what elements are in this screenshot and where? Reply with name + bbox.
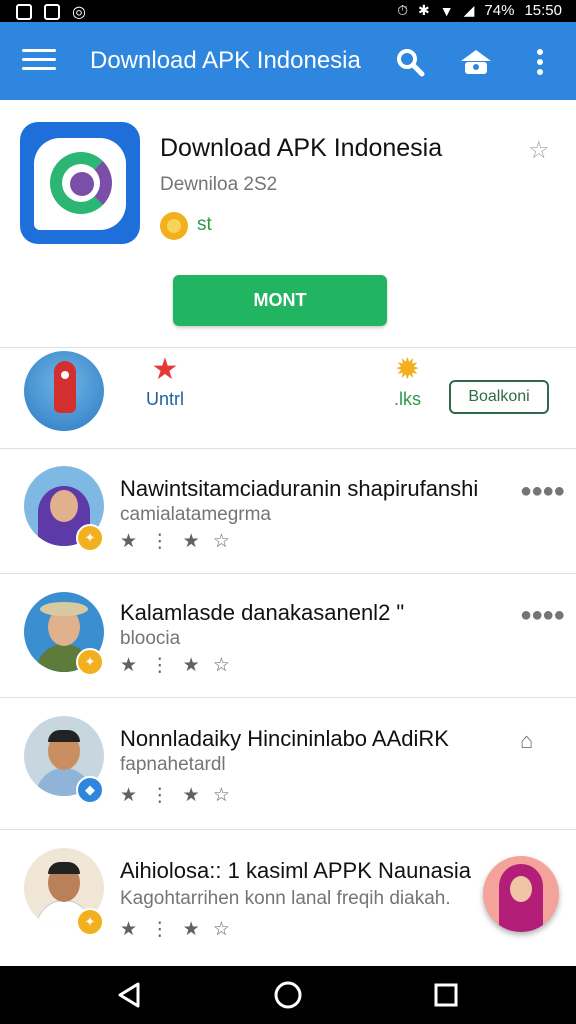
sun-icon: ✹	[394, 353, 421, 386]
rating-stars: ★ ⋮ ★ ☆	[120, 531, 234, 552]
more-options-icon[interactable]: ●●●●	[520, 604, 565, 627]
item-subtitle: fapnahetardl	[120, 754, 226, 775]
verified-badge-icon: ✦	[76, 648, 104, 676]
shortcut-row: ★ Untrl ✹ .lks Boalkoni	[0, 349, 576, 449]
bluetooth-icon: ✱	[418, 2, 430, 18]
app-logo-icon	[20, 122, 140, 244]
shortcut-label: .lks	[394, 389, 421, 409]
shortcut-label: Untrl	[146, 389, 185, 409]
rating-stars: ★ ⋮ ★ ☆	[120, 655, 234, 676]
battery-level: 74%	[484, 2, 515, 19]
search-icon[interactable]	[392, 44, 428, 80]
list-item[interactable]: ✦ Nawintsitamciaduranin shapirufanshi ca…	[0, 450, 576, 574]
navigation-bar	[0, 966, 576, 1024]
item-subtitle: Kagohtarrihen konn lanal freqih diakah.	[120, 888, 451, 909]
item-title: Nonnladaiky Hincininlabo AAdiRK	[120, 726, 449, 751]
app-subtitle: Dewniloa 2S2	[160, 174, 278, 195]
verified-badge-icon: ✦	[76, 908, 104, 936]
clock: 15:50	[524, 2, 562, 19]
shortcut-lks[interactable]: ✹ .lks	[394, 353, 421, 410]
app-title: Download APK Indonesia	[160, 134, 443, 162]
more-options-icon[interactable]: ●●●●	[520, 480, 565, 503]
badge-label: st	[197, 214, 212, 235]
item-title: Nawintsitamciaduranin shapirufanshi	[120, 476, 479, 501]
menu-icon[interactable]	[22, 49, 56, 73]
wifi-icon: ▼	[439, 2, 454, 19]
shortcut-untrl[interactable]: ★ Untrl	[146, 353, 184, 410]
mascot-avatar[interactable]	[24, 351, 104, 431]
app-bar-title: Download APK Indonesia	[90, 47, 361, 74]
star-icon: ★	[151, 353, 179, 386]
rating-stars: ★ ⋮ ★ ☆	[120, 919, 234, 940]
overflow-menu-icon[interactable]	[522, 44, 558, 80]
floating-chat-avatar[interactable]	[483, 856, 559, 932]
list-item[interactable]: ◆ Nonnladaiky Hincininlabo AAdiRK fapnah…	[0, 698, 576, 830]
alarm-icon: ⏱	[397, 2, 409, 18]
item-subtitle: bloocia	[120, 628, 181, 649]
install-button[interactable]: MONT	[173, 275, 387, 326]
verified-badge-icon: ◆	[76, 776, 104, 804]
close-notification-icon	[44, 4, 60, 20]
coin-badge-icon	[160, 212, 188, 240]
item-title: Kalamlasde danakasanenl2 "	[120, 600, 405, 625]
sync-notification-icon: ◎	[72, 4, 86, 21]
verified-badge-icon: ✦	[76, 524, 104, 552]
status-bar: ◎ ⏱ ✱ ▼ ◢ 74% 15:50	[0, 0, 576, 22]
signal-icon: ◢	[463, 2, 475, 18]
account-icon[interactable]	[458, 44, 494, 80]
app-bar: Download APK Indonesia	[0, 22, 576, 100]
image-notification-icon	[16, 4, 32, 20]
app-header: Download APK Indonesia Dewniloa 2S2 st ☆…	[0, 100, 576, 348]
rating-stars: ★ ⋮ ★ ☆	[120, 785, 234, 806]
list-item[interactable]: ✦ Kalamlasde danakasanenl2 " bloocia ★ ⋮…	[0, 574, 576, 698]
back-icon[interactable]	[114, 980, 144, 1010]
favorite-star-icon[interactable]: ☆	[528, 136, 550, 165]
shortcut-pill[interactable]: Boalkoni	[449, 380, 549, 414]
recents-icon[interactable]	[431, 980, 461, 1010]
item-title: Aihiolosa:: 1 kasiml APPK Naunasia	[120, 858, 471, 883]
item-subtitle: camialatamegrma	[120, 504, 271, 525]
home-icon[interactable]	[273, 980, 303, 1010]
share-icon[interactable]: ⌂	[520, 728, 533, 754]
